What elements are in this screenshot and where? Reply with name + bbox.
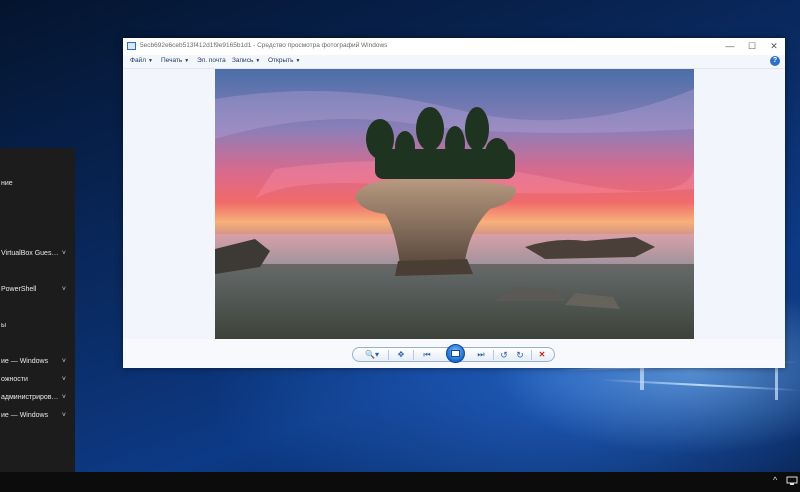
start-menu-item[interactable]: ие — Windows ˅ [0,410,75,422]
delete-icon[interactable]: ✕ [535,349,549,361]
menu-email[interactable]: Эл. почта [197,57,226,64]
chevron-down-icon: ▼ [255,58,261,64]
slideshow-icon [451,350,460,357]
menu-email-label: Эл. почта [197,57,226,64]
show-hidden-icons-button[interactable]: ^ [773,475,777,485]
start-menu-item[interactable]: PowerShell ˅ [0,284,75,296]
start-menu-panel: ние VirtualBox Guest A... ˅ PowerShell ˅… [0,148,75,472]
separator [493,350,494,360]
start-menu-item-label: PowerShell [1,286,37,293]
slideshow-button[interactable] [446,344,465,363]
start-menu-item[interactable]: VirtualBox Guest A... ˅ [0,248,75,260]
photo-viewer-app-icon [127,42,136,50]
light-ray [600,378,800,392]
help-icon[interactable]: ? [770,56,780,66]
start-menu-item[interactable]: ы [0,320,75,332]
menu-file-label: Файл [130,57,146,64]
photo-display-area [123,69,785,339]
menu-bar: Файл ▼ Печать ▼ Эл. почта Запись ▼ Открыть ▼… [123,55,785,69]
separator [413,350,414,360]
menu-burn-label: Запись [232,57,254,64]
menu-open[interactable]: Открыть ▼ [268,57,300,64]
start-menu-item-label: ие — Windows [1,358,49,365]
zoom-icon[interactable]: 🔍▾ [361,349,383,361]
start-menu-item-label: VirtualBox Guest A... [1,250,59,257]
chevron-down-icon: ▼ [295,58,301,64]
menu-open-label: Открыть [268,57,294,64]
separator [388,350,389,360]
start-menu-item[interactable]: ожности ˅ [0,374,75,386]
chevron-down-icon: ▼ [184,58,190,64]
window-title: 5ecb692e6ceb513f412d1f9e9165b1d1 - Средс… [140,42,388,49]
chevron-down-icon: ˅ [61,412,66,419]
taskbar: ^ [0,472,800,492]
start-menu-item[interactable]: администрирован... ˅ [0,392,75,404]
chevron-down-icon: ˅ [61,250,66,257]
chevron-down-icon: ˅ [61,286,66,293]
chevron-down-icon: ˅ [61,376,66,383]
menu-print[interactable]: Печать ▼ [161,57,189,64]
chevron-down-icon: ▼ [147,58,153,64]
navigation-controls: 🔍▾ ✥ ⏮ ⏭ ↺ ↻ ✕ [352,344,555,363]
chevron-down-icon: ˅ [61,358,66,365]
next-icon[interactable]: ⏭ [473,349,489,361]
close-button[interactable]: ✕ [763,38,785,55]
chevron-down-icon: ˅ [61,394,66,401]
start-menu-item[interactable]: ние [0,178,75,190]
maximize-button[interactable]: ☐ [741,38,763,55]
photo-viewer-window: 5ecb692e6ceb513f412d1f9e9165b1d1 - Средс… [123,38,785,368]
title-bar[interactable]: 5ecb692e6ceb513f412d1f9e9165b1d1 - Средс… [123,38,785,55]
rotate-clockwise-icon[interactable]: ↻ [513,349,527,361]
start-menu-item-label: ы [1,322,7,329]
rotate-counterclockwise-icon[interactable]: ↺ [497,349,511,361]
previous-icon[interactable]: ⏮ [419,349,435,361]
menu-burn[interactable]: Запись ▼ [232,57,260,64]
displayed-photo [215,69,694,339]
start-menu-item[interactable]: ие — Windows ˅ [0,356,75,368]
start-menu-item-label: ние [1,180,13,187]
start-menu-item-label: администрирован... [1,394,59,401]
start-menu-item-label: ие — Windows [1,412,49,419]
fit-to-window-icon[interactable]: ✥ [393,349,409,361]
network-icon[interactable] [786,476,798,486]
minimize-button[interactable]: — [719,38,741,55]
separator [531,350,532,360]
menu-file[interactable]: Файл ▼ [130,57,153,64]
menu-print-label: Печать [161,57,183,64]
start-menu-item-label: ожности [1,376,28,383]
